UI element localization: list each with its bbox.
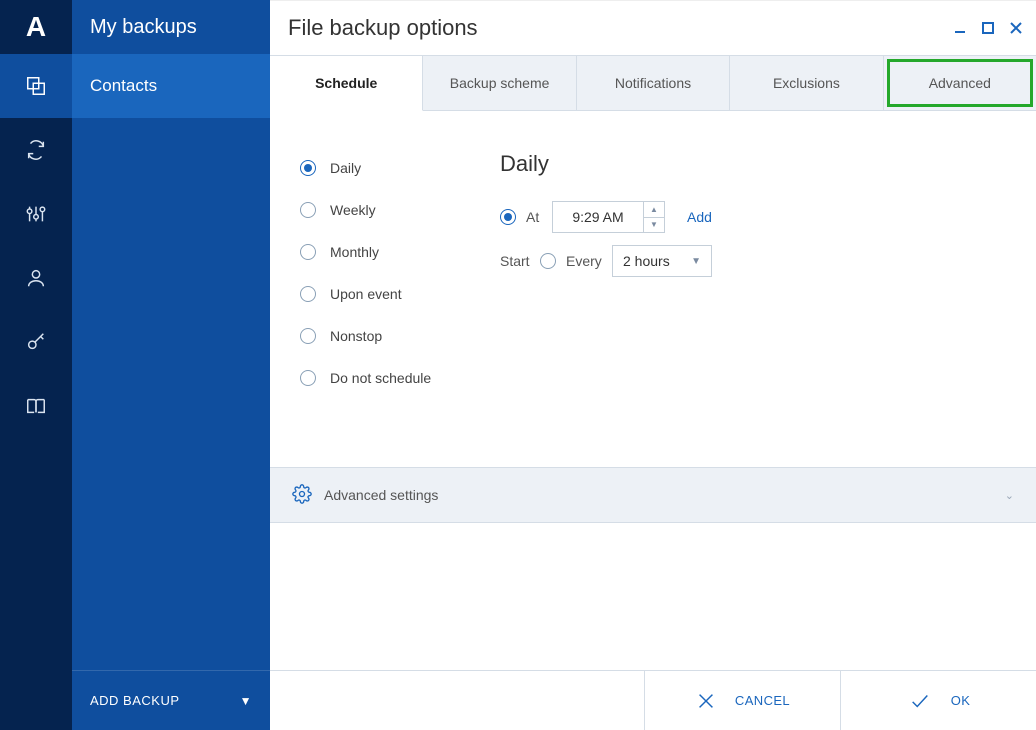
time-stepper[interactable]: ▲ ▼	[644, 201, 665, 233]
radio-icon	[300, 370, 316, 386]
radio-label: Weekly	[330, 202, 376, 218]
schedule-option-monthly[interactable]: Monthly	[300, 231, 500, 273]
ok-label: OK	[951, 693, 971, 708]
schedule-option-nonstop[interactable]: Nonstop	[300, 315, 500, 357]
schedule-option-daily[interactable]: Daily	[300, 147, 500, 189]
schedule-mode-list: Daily Weekly Monthly Upon event Nonstop …	[300, 147, 500, 467]
rail-backup-icon[interactable]	[0, 54, 72, 118]
tab-advanced[interactable]: Advanced	[884, 56, 1036, 110]
radio-icon	[300, 286, 316, 302]
tab-content: Daily Weekly Monthly Upon event Nonstop …	[270, 111, 1036, 730]
chevron-down-icon[interactable]: ▼	[644, 218, 664, 233]
tab-schedule[interactable]: Schedule	[270, 56, 423, 111]
chevron-up-icon[interactable]: ▲	[644, 202, 664, 218]
nav-rail: A	[0, 0, 72, 730]
add-backup-label: ADD BACKUP	[90, 693, 180, 708]
advanced-settings-toggle[interactable]: Advanced settings ⌄	[270, 467, 1036, 523]
dialog-footer: CANCEL OK	[270, 670, 1036, 730]
tab-label: Backup scheme	[450, 75, 550, 91]
app-logo: A	[0, 0, 72, 54]
radio-label: Do not schedule	[330, 370, 431, 386]
at-label: At	[526, 209, 552, 225]
every-label: Every	[566, 253, 612, 269]
radio-label: Upon event	[330, 286, 402, 302]
title-bar: File backup options	[270, 1, 1036, 55]
tab-label: Schedule	[315, 75, 377, 91]
schedule-option-do-not-schedule[interactable]: Do not schedule	[300, 357, 500, 399]
rail-tools-icon[interactable]	[0, 182, 72, 246]
cancel-label: CANCEL	[735, 693, 790, 708]
tab-label: Advanced	[929, 75, 991, 91]
cancel-button[interactable]: CANCEL	[644, 671, 840, 730]
radio-label: Monthly	[330, 244, 379, 260]
main-panel: File backup options Schedule Backup sche…	[270, 0, 1036, 730]
schedule-detail: Daily At 9:29 AM ▲ ▼ Add	[500, 147, 712, 467]
rail-sync-icon[interactable]	[0, 118, 72, 182]
radio-label: Nonstop	[330, 328, 382, 344]
radio-icon	[300, 202, 316, 218]
gear-icon	[292, 484, 312, 507]
window-minimize-button[interactable]	[946, 14, 974, 42]
rail-account-icon[interactable]	[0, 246, 72, 310]
backup-item-contacts[interactable]: Contacts	[72, 54, 270, 118]
tab-backup-scheme[interactable]: Backup scheme	[423, 56, 576, 110]
backup-list-header: My backups	[72, 0, 270, 54]
backup-list-panel: My backups Contacts ADD BACKUP ▼	[72, 0, 270, 730]
tab-label: Notifications	[615, 75, 691, 91]
page-title: File backup options	[288, 15, 946, 41]
tab-notifications[interactable]: Notifications	[577, 56, 730, 110]
every-interval-select[interactable]: 2 hours ▼	[612, 245, 712, 277]
schedule-option-weekly[interactable]: Weekly	[300, 189, 500, 231]
add-backup-button[interactable]: ADD BACKUP ▼	[72, 670, 270, 730]
select-value: 2 hours	[623, 253, 670, 269]
options-tabs: Schedule Backup scheme Notifications Exc…	[270, 55, 1036, 111]
schedule-option-upon-event[interactable]: Upon event	[300, 273, 500, 315]
radio-icon[interactable]	[540, 253, 556, 269]
add-time-link[interactable]: Add	[687, 209, 712, 225]
radio-icon	[300, 244, 316, 260]
radio-label: Daily	[330, 160, 361, 176]
radio-icon	[300, 160, 316, 176]
schedule-detail-heading: Daily	[500, 151, 712, 177]
window-maximize-button[interactable]	[974, 14, 1002, 42]
advanced-settings-label: Advanced settings	[324, 487, 438, 503]
chevron-down-icon: ⌄	[1005, 489, 1014, 502]
backup-item-label: Contacts	[90, 76, 157, 96]
ok-button[interactable]: OK	[840, 671, 1036, 730]
window-close-button[interactable]	[1002, 14, 1030, 42]
time-input[interactable]: 9:29 AM	[552, 201, 644, 233]
radio-icon[interactable]	[500, 209, 516, 225]
start-label: Start	[500, 253, 540, 269]
radio-icon	[300, 328, 316, 344]
rail-book-icon[interactable]	[0, 374, 72, 438]
chevron-down-icon: ▼	[691, 256, 701, 267]
chevron-down-icon: ▼	[240, 694, 252, 708]
tab-label: Exclusions	[773, 75, 840, 91]
rail-key-icon[interactable]	[0, 310, 72, 374]
tab-exclusions[interactable]: Exclusions	[730, 56, 883, 110]
